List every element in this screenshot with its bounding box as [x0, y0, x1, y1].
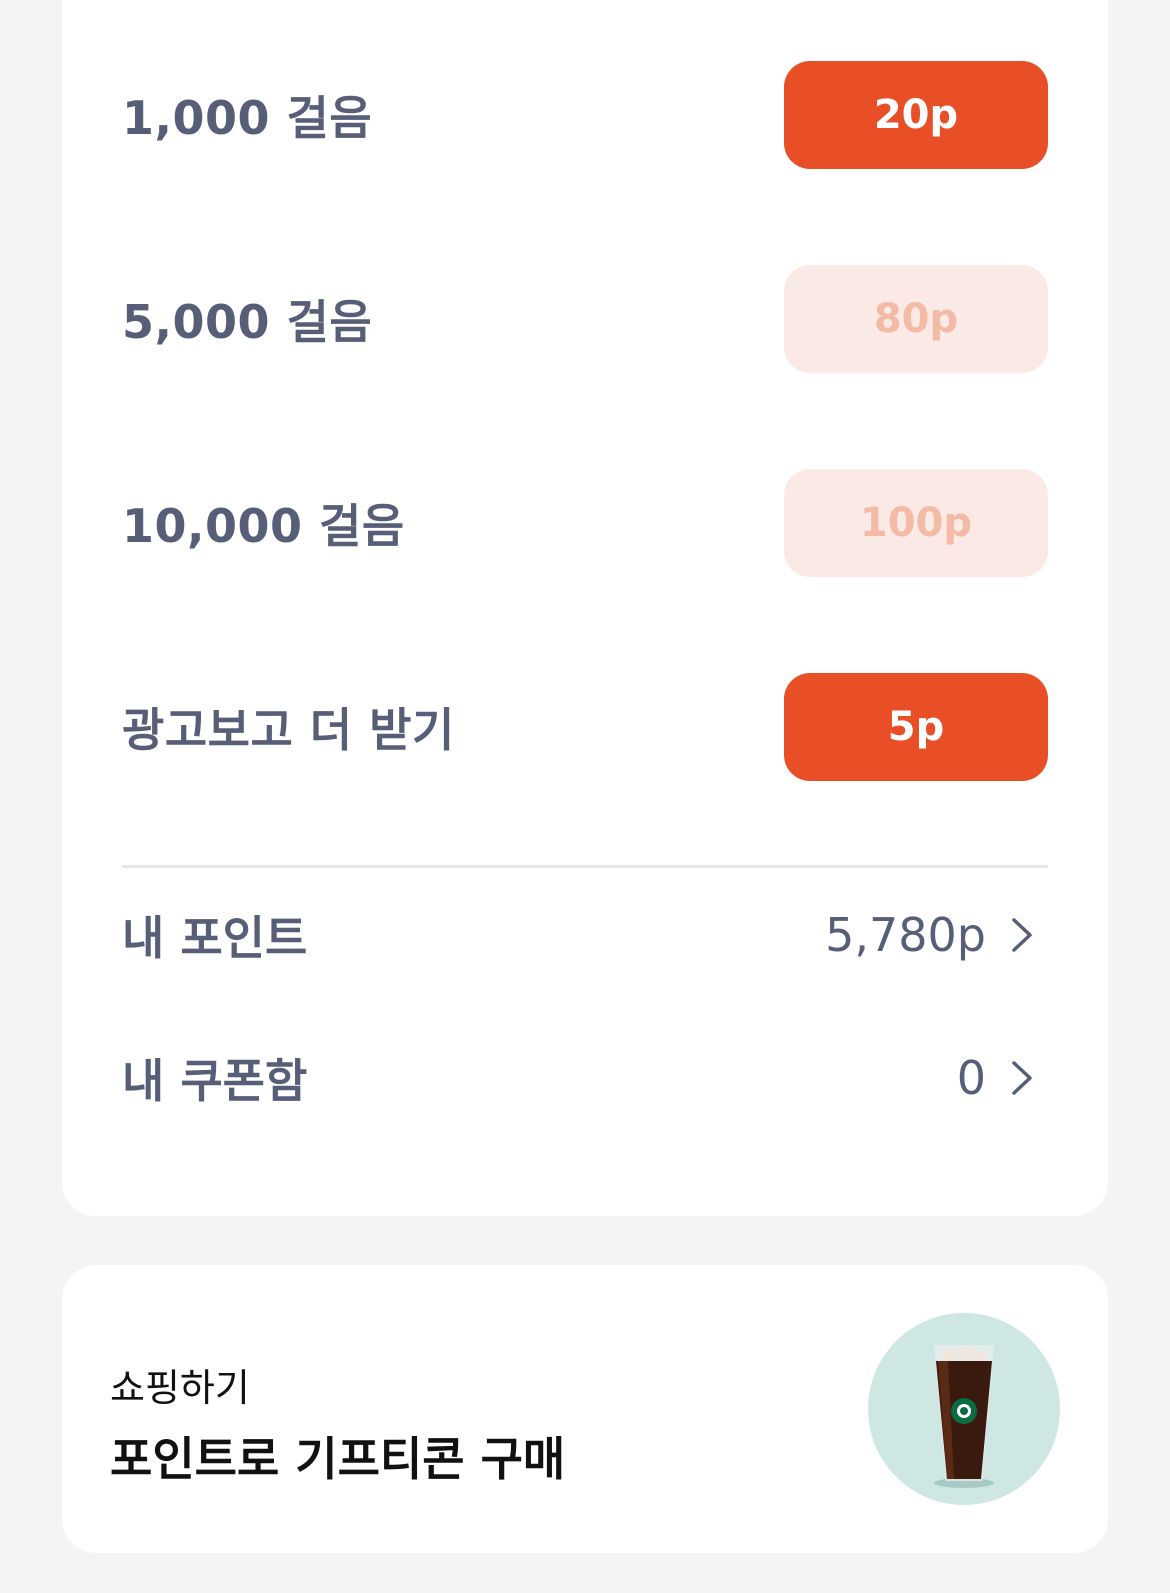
- claim-100p-button[interactable]: 100p: [784, 469, 1048, 577]
- shopping-card[interactable]: 쇼핑하기 포인트로 기프티콘 구매: [62, 1265, 1108, 1553]
- reward-label: 10,000 걸음: [122, 499, 405, 553]
- reward-label: 5,000 걸음: [122, 295, 373, 349]
- reward-label: 광고보고 더 받기: [122, 703, 455, 757]
- reward-label: 1,000 걸음: [122, 91, 373, 145]
- shop-caption: 쇼핑하기: [110, 1366, 250, 1410]
- reward-row-watch-ad: 광고보고 더 받기 5p: [62, 673, 1108, 781]
- iced-coffee-icon: [934, 1345, 994, 1488]
- shop-title: 포인트로 기프티콘 구매: [110, 1432, 566, 1486]
- product-thumbnail: [868, 1313, 1060, 1505]
- reward-row-5000-steps: 5,000 걸음 80p: [62, 265, 1108, 373]
- my-coupons-value: 0: [956, 1051, 986, 1105]
- my-points-value: 5,780p: [825, 908, 986, 962]
- claim-20p-button[interactable]: 20p: [784, 61, 1048, 169]
- my-coupons-label: 내 쿠폰함: [122, 1054, 308, 1108]
- my-points-label: 내 포인트: [122, 911, 308, 965]
- rewards-card: 1,000 걸음 20p 5,000 걸음 80p 10,000 걸음 100p…: [62, 0, 1108, 1216]
- divider: [122, 865, 1048, 868]
- chevron-right-icon: [1012, 1061, 1032, 1095]
- claim-ad-5p-button[interactable]: 5p: [784, 673, 1048, 781]
- my-points-row[interactable]: 내 포인트 5,780p: [62, 890, 1108, 980]
- my-coupons-row[interactable]: 내 쿠폰함 0: [62, 1033, 1108, 1123]
- reward-row-10000-steps: 10,000 걸음 100p: [62, 469, 1108, 577]
- reward-row-1000-steps: 1,000 걸음 20p: [62, 61, 1108, 169]
- claim-80p-button[interactable]: 80p: [784, 265, 1048, 373]
- chevron-right-icon: [1012, 918, 1032, 952]
